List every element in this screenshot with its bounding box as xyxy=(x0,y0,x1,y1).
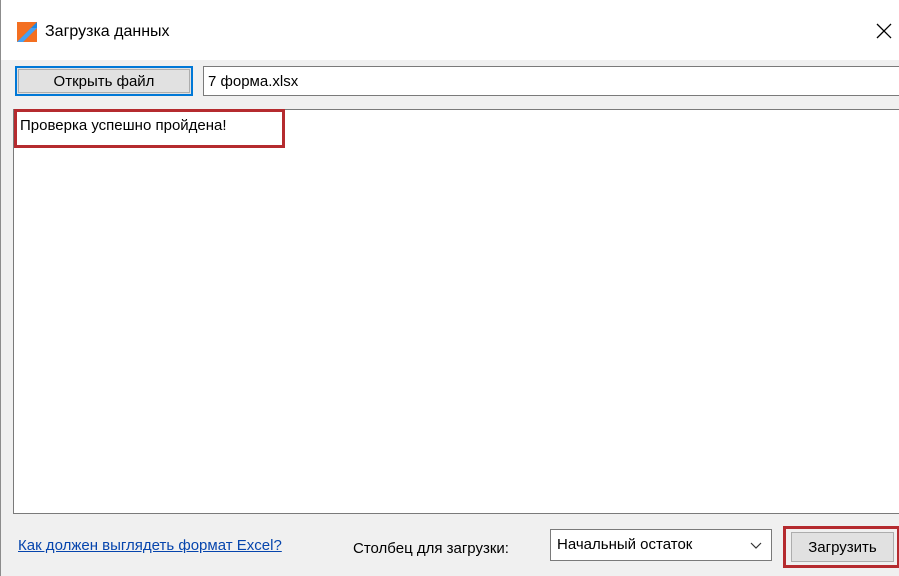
app-logo-icon xyxy=(17,22,37,42)
close-icon xyxy=(876,23,892,39)
load-button[interactable]: Загрузить xyxy=(791,532,894,562)
open-file-label: Открыть файл xyxy=(53,72,155,90)
window-title: Загрузка данных xyxy=(45,23,170,40)
upload-dialog: Загрузка данных Открыть файл Проверка ус… xyxy=(0,0,899,576)
open-file-button[interactable]: Открыть файл xyxy=(15,66,193,96)
format-help-link[interactable]: Как должен выглядеть формат Excel? xyxy=(18,537,282,554)
column-select[interactable]: Начальный остаток xyxy=(550,529,772,561)
title-bar: Загрузка данных xyxy=(1,0,899,60)
column-label: Столбец для загрузки: xyxy=(353,540,509,557)
log-output-area[interactable]: Проверка успешно пройдена! xyxy=(13,109,899,514)
file-name-field[interactable] xyxy=(203,66,899,96)
chevron-down-icon xyxy=(750,542,762,549)
column-select-value: Начальный остаток xyxy=(557,536,693,553)
validation-message: Проверка успешно пройдена! xyxy=(20,117,227,134)
load-button-label: Загрузить xyxy=(808,538,877,556)
close-button[interactable] xyxy=(869,14,899,48)
